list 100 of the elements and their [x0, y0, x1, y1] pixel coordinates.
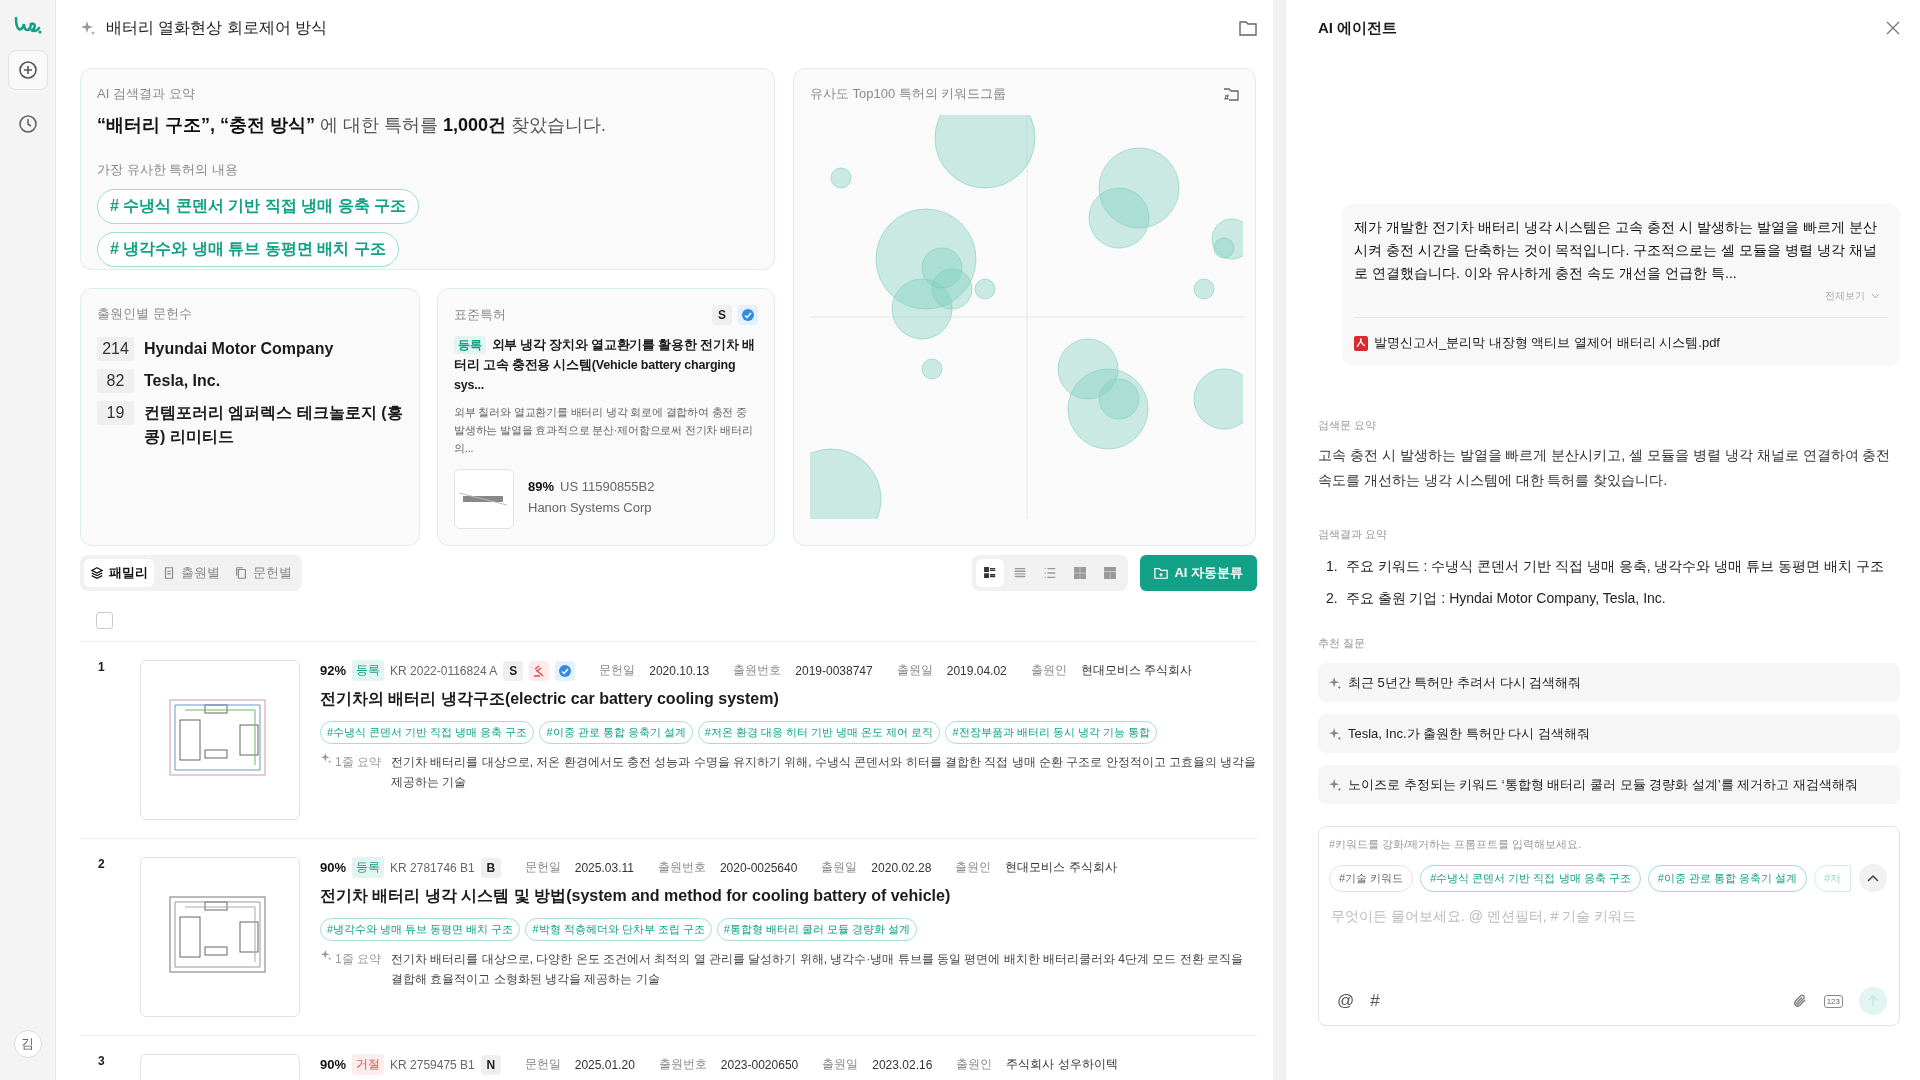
patent-summary: 전기차 배터리를 대상으로, 저온 환경에서도 충전 성능과 수명을 유지하기 위해, 수냉식 콘덴서와 히터를 결합한 직접 냉매 순환 구조로 안정적이고 고효율의 냉각을 제공하는 기술	[391, 754, 1257, 791]
view-tab[interactable]: 패밀리	[84, 559, 154, 587]
chevron-down-icon	[1871, 293, 1880, 299]
sparkle-icon	[1328, 777, 1342, 792]
patent-summary: 외부 칠러와 열교환기를 배터리 냉각 회로에 결합하여 충전 중 발생하는 발열을 효과적으로 분산·제어함으로써 전기차 배터리의...	[454, 405, 754, 456]
user-message: 제가 개발한 전기차 배터리 냉각 시스템은 고속 충전 시 발생하는 발열을 빠르게 분산시켜 충전 시간을 단축하는 것이 목적입니다. 구조적으로는 셀 모듈을 병렬 냉각 채널로 연결했습니다. 이와 유사하게 충전 속도 개선을 언급한 특...	[1354, 218, 1878, 283]
view-tab[interactable]: 출원별	[156, 559, 226, 587]
folder-icon[interactable]	[1239, 20, 1257, 36]
keyword-bubble[interactable]	[830, 167, 852, 189]
composer-hint: #키워드를 강화/제거하는 프롬프트를 입력해보세요.	[1329, 837, 1583, 852]
section-label: 검색문 요약	[1318, 418, 1378, 433]
keyword-bubble[interactable]	[1098, 378, 1140, 420]
suggested-question[interactable]: 최근 5년간 특허만 추려서 다시 검색해줘	[1318, 663, 1900, 702]
mention-button[interactable]: @	[1337, 991, 1355, 1011]
meta-label: 문헌일	[599, 662, 636, 679]
document-count: 214	[97, 337, 134, 361]
meta-label: 출원번호	[733, 662, 782, 679]
keyword-bubble[interactable]	[1088, 187, 1150, 249]
row-number: 3	[97, 1054, 106, 1070]
attachment-name[interactable]: 발명신고서_분리막 내장형 액티브 열제어 배터리 시스템.pdf	[1374, 334, 1720, 352]
paperclip-icon[interactable]	[1791, 993, 1808, 1009]
status-badge: 등록	[352, 857, 385, 878]
company-name: Hanon Systems Corp	[528, 500, 653, 515]
number-format-button[interactable]: 123	[1823, 994, 1843, 1008]
sparkle-icon	[320, 752, 332, 764]
patent-title[interactable]: 전기차 배터리 냉각 시스템 및 방법(system and method for cooling battery of vehicle)	[320, 886, 1257, 907]
suggested-question[interactable]: Tesla, Inc.가 출원한 특허만 다시 검색해줘	[1318, 714, 1900, 753]
result-summary-item: 주요 출원 기업 : Hyndai Motor Company, Tesla, Inc.	[1345, 589, 1666, 608]
meta-value: 현대모비스 주식회사	[1005, 859, 1117, 876]
meta-label: 출원인	[956, 1056, 993, 1073]
keyword-bubble[interactable]	[1213, 237, 1235, 259]
list-number: 2.	[1326, 589, 1338, 608]
patent-number: KR 2022-0116824 A	[390, 663, 498, 678]
keyword-bubble[interactable]	[810, 448, 882, 519]
patent-title[interactable]: 전기차의 배터리 냉각구조(electric car battery cooling system)	[320, 689, 1257, 710]
patent-number: US 11590855B2	[560, 479, 655, 494]
card-label: 표준특허	[454, 306, 507, 324]
ai-classify-button[interactable]: AI 자동분류	[1140, 555, 1257, 591]
applicant-name[interactable]: Tesla, Inc.	[144, 369, 221, 393]
close-icon[interactable]	[1886, 21, 1900, 35]
keyword-bubble[interactable]	[1193, 368, 1243, 430]
layers-icon	[90, 566, 104, 580]
check-seal-icon	[738, 305, 758, 325]
letter-badge: B	[480, 857, 501, 878]
user-avatar[interactable]: 김	[13, 1030, 42, 1058]
keyword-bubble[interactable]	[974, 278, 996, 300]
meta-value: 현대모비스 주식회사	[1080, 662, 1193, 679]
applicant-name[interactable]: 컨템포러리 엠퍼렉스 테크놀로지 (홍콩) 리미티드	[144, 401, 403, 449]
meta-label: 출원인	[955, 859, 992, 876]
check-seal-icon	[555, 660, 576, 681]
summary-label: 1줄 요약	[320, 949, 381, 989]
keyword-bubble[interactable]	[921, 358, 943, 380]
panel-title: AI 에이전트	[1318, 18, 1398, 38]
similarity: 90%	[320, 1057, 347, 1072]
hashtag-folder-icon[interactable]	[1223, 87, 1239, 101]
hashtag-button[interactable]: #	[1370, 991, 1380, 1011]
patent-title[interactable]: 등록 외부 냉각 장치와 열교환기를 활용한 전기차 배터리 고속 충전용 시스템(Vehicle battery charging sys...	[454, 335, 758, 395]
applicant-name[interactable]: Hyundai Motor Company	[144, 337, 334, 361]
new-search-button[interactable]	[7, 50, 48, 90]
meta-label: 출원번호	[657, 859, 706, 876]
plus-circle-icon	[16, 59, 39, 81]
select-all-checkbox[interactable]	[96, 612, 113, 629]
table-view-icon	[1103, 566, 1118, 580]
keyword-bubble[interactable]	[934, 115, 1036, 189]
meta-value: 2019-0038747	[795, 663, 873, 678]
meta-label: 출원일	[821, 859, 858, 876]
keyword-bubble[interactable]	[891, 278, 953, 340]
view-tab[interactable]: 문헌별	[228, 559, 298, 587]
view-mode-button[interactable]	[976, 559, 1005, 587]
meta-value: 2025.01.20	[574, 1057, 635, 1072]
letter-badge: N	[480, 1054, 501, 1075]
card-label: AI 검색결과 요약	[97, 85, 196, 103]
grid-view-icon	[1073, 566, 1088, 580]
keyword-bubble[interactable]	[1067, 368, 1149, 450]
compact-view-icon	[1013, 566, 1028, 580]
document-count: 19	[97, 401, 134, 425]
keyword-tag[interactable]: # 냉각수와 냉매 튜브 동평면 배치 구조	[97, 232, 399, 267]
meta-value: 2020.10.13	[649, 663, 710, 678]
keyword-bubble[interactable]	[1211, 218, 1243, 260]
send-button[interactable]	[1859, 987, 1887, 1015]
keyword-bubble[interactable]	[1098, 147, 1180, 229]
section-label: 검색결과 요약	[1318, 527, 1389, 542]
meta-value: 2020.02.28	[871, 860, 932, 875]
keyword-bubble[interactable]	[1193, 278, 1215, 300]
search-title: 배터리 열화현상 회로제어 방식	[106, 17, 329, 38]
meta-label: 문헌일	[524, 1056, 561, 1073]
arrow-up-icon	[1867, 995, 1879, 1007]
summary-headline: “배터리 구조”, “충전 방식” 에 대한 특허를 1,000건 찾았습니다.	[97, 114, 608, 137]
sparkle-icon	[320, 949, 332, 961]
collapse-button[interactable]	[1859, 864, 1887, 892]
letter-badge: S	[503, 660, 524, 681]
patent-summary: 전기차 배터리를 대상으로, 다양한 온도 조건에서 최적의 열 관리를 달성하기 위해, 냉각수·냉매 튜브를 동일 평면에 배치한 배터리쿨러와 4단계 모드 전환 로직을 결합해 효율적이고 소형화된 냉각을 제공하는 기술	[391, 951, 1245, 988]
list-number: 1.	[1326, 557, 1338, 576]
sparkle-icon	[1328, 726, 1342, 741]
suggested-question[interactable]: 노이즈로 추정되는 키워드 ‘통합형 배터리 쿨러 모듈 경량화 설계’를 제거하고 재검색해줘	[1318, 765, 1900, 804]
keyword-tag[interactable]: # 수냉식 콘덴서 기반 직접 냉매 응축 구조	[97, 189, 419, 224]
card-label: 가장 유사한 특허의 내용	[97, 161, 239, 179]
folder-plus-icon	[1154, 566, 1169, 580]
keyword-bubble[interactable]	[931, 268, 973, 310]
meta-label: 출원일	[896, 662, 933, 679]
